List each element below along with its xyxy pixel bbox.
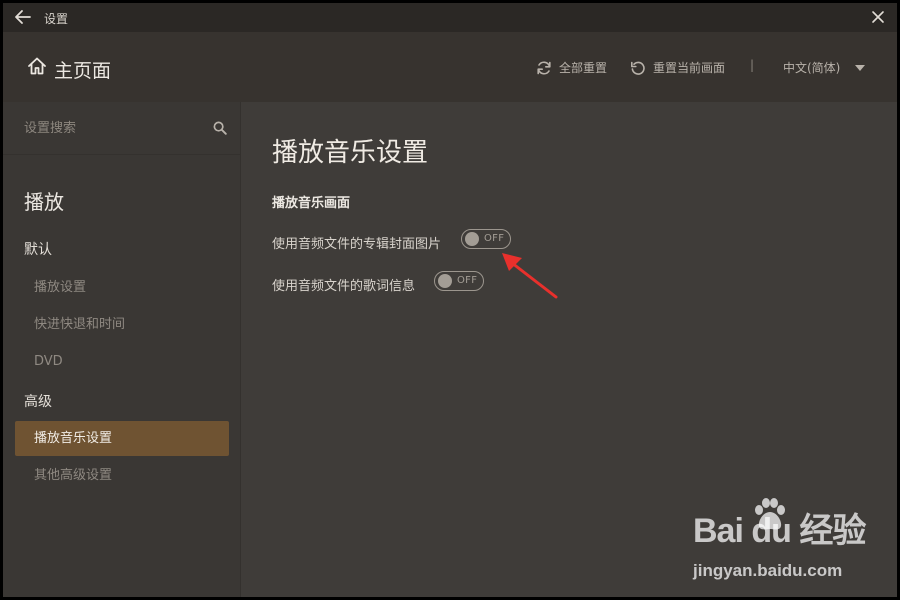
- close-icon[interactable]: [871, 10, 885, 24]
- home-icon[interactable]: [27, 56, 47, 76]
- header-separator: |: [750, 58, 755, 72]
- sidebar-group-default: 默认: [24, 242, 52, 258]
- reset-current-label: 重置当前画面: [653, 61, 726, 75]
- search-box: [3, 102, 240, 155]
- window-title: 设置: [44, 12, 69, 26]
- reset-current-button[interactable]: 重置当前画面: [630, 59, 725, 76]
- language-select[interactable]: 中文(简体): [783, 59, 840, 76]
- sidebar-group-advanced: 高级: [24, 394, 52, 410]
- reset-icon: [631, 61, 645, 75]
- title-bar: 设置: [3, 3, 897, 32]
- search-input[interactable]: [24, 117, 204, 139]
- header-bar: 主页面 全部重置 重置当前画面 | 中文(简体): [3, 32, 897, 102]
- sidebar-item-music-playback-settings[interactable]: 播放音乐设置: [15, 421, 229, 456]
- toggle-knob: [438, 274, 452, 288]
- toggle-knob: [465, 232, 479, 246]
- reset-all-button[interactable]: 全部重置: [536, 59, 607, 76]
- watermark-url: jingyan.baidu.com: [693, 561, 843, 580]
- chevron-down-icon[interactable]: [855, 65, 865, 71]
- home-title[interactable]: 主页面: [54, 56, 111, 83]
- sidebar-item-playback-settings[interactable]: 播放设置: [15, 270, 229, 305]
- sidebar-item-seek-and-time[interactable]: 快进快退和时间: [15, 307, 229, 342]
- reset-all-label: 全部重置: [559, 61, 608, 75]
- option-label-album-cover: 使用音频文件的专辑封面图片: [272, 237, 442, 252]
- sidebar-item-other-advanced-settings[interactable]: 其他高级设置: [15, 458, 229, 493]
- baidu-jingyan-watermark: Bai du 经验 jingyan.baidu.com: [693, 498, 866, 585]
- back-arrow-icon[interactable]: [14, 9, 32, 25]
- option-label-lyrics: 使用音频文件的歌词信息: [272, 279, 416, 294]
- lyrics-toggle[interactable]: OFF: [434, 271, 484, 291]
- toggle-state-label: OFF: [484, 233, 505, 244]
- refresh-icon: [537, 60, 551, 75]
- sidebar-section-title: 播放: [24, 190, 64, 214]
- album-cover-toggle[interactable]: OFF: [461, 229, 511, 249]
- toggle-state-label: OFF: [457, 275, 478, 286]
- watermark-logo-text: Bai du 经验: [693, 512, 866, 550]
- sidebar: 播放 默认 播放设置 快进快退和时间 DVD 高级 播放音乐设置 其他高级设置: [3, 102, 241, 597]
- sidebar-item-dvd[interactable]: DVD: [15, 344, 229, 379]
- subsection-title: 播放音乐画面: [272, 196, 351, 211]
- page-title: 播放音乐设置: [272, 138, 429, 168]
- settings-window: 设置 主页面 全部重置 重置当前画面 | 中文(简体) 设置搜索 播放 默认 播…: [3, 3, 897, 597]
- search-icon[interactable]: [213, 121, 227, 135]
- annotation-arrow-icon: [502, 253, 558, 299]
